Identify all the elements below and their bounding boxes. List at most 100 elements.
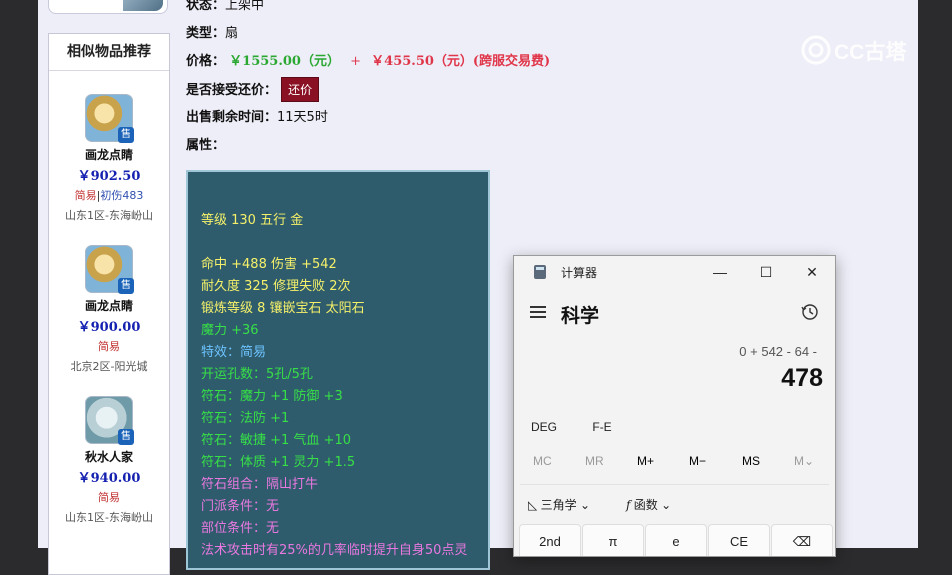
function-label: 函数 [633, 498, 658, 512]
attribute-line: 特效：简易 [201, 345, 267, 360]
counter-offer-label: 是否接受还价： [186, 83, 278, 98]
close-icon[interactable]: ✕ [789, 256, 835, 288]
pi-key[interactable]: π [582, 524, 644, 556]
chevron-down-icon: ⌄ [661, 498, 672, 512]
item-tag-extra: 初伤483 [100, 189, 144, 202]
attribute-line [201, 232, 488, 254]
status-value: 上架中 [225, 0, 265, 13]
memory-row: MC MR M+ M− MS M⌄ [514, 454, 835, 474]
attribute-line: 锻炼等级 8 镶嵌宝石 太阳石 [201, 301, 365, 316]
item-icon[interactable]: 售 [85, 396, 134, 445]
item-price: ￥900.00 [77, 320, 141, 335]
sale-badge: 售 [118, 127, 134, 143]
memory-subtract-button[interactable]: M− [689, 454, 706, 468]
counter-offer-button[interactable]: 还价 [281, 77, 320, 102]
price-row: 价格： ￥1555.00（元） + ￥455.50（元）(跨服交易费) [186, 50, 550, 69]
previous-item-thumbnail [123, 0, 163, 11]
maximize-icon[interactable]: ☐ [743, 256, 789, 288]
price-label: 价格： [186, 54, 226, 69]
status-row: 状态：上架中 [186, 0, 264, 13]
sale-badge: 售 [118, 278, 134, 294]
divider [520, 484, 829, 485]
trig-label: 三角学 [540, 498, 577, 512]
watermark: CC古塔 [800, 34, 920, 66]
attribute-line: 符石组合：隔山打牛 [201, 477, 319, 492]
item-icon[interactable]: 售 [85, 245, 134, 294]
angle-row: DEG F-E [531, 420, 644, 434]
attribute-line: 符石：体质 +1 灵力 +1.5 [201, 455, 356, 470]
attributes-box: 等级 130 五行 金命中 +488 伤害 +542 耐久度 325 修理失败 2… [186, 170, 490, 570]
second-key[interactable]: 2nd [519, 524, 581, 556]
fe-toggle[interactable]: F-E [592, 420, 611, 434]
calculator-result: 478 [781, 364, 823, 392]
function-dropdown[interactable]: f 函数 ⌄ [626, 496, 671, 513]
item-server: 北京2区-阳光城 [70, 360, 148, 373]
status-label: 状态： [186, 0, 226, 13]
item-name[interactable]: 秋水人家 [49, 448, 169, 465]
watermark-text: CC古塔 [834, 41, 907, 64]
attribute-line: 门派条件：无 [201, 499, 280, 514]
calculator-window[interactable]: 计算器 — ☐ ✕ 科学 0 + 542 - 64 - 478 DEG F-E … [513, 255, 836, 557]
item-price: ￥902.50 [77, 169, 141, 184]
attribute-line: 符石：魔力 +1 防御 +3 [201, 389, 343, 404]
similar-items-panel: 相似物品推荐 售 画龙点睛 ￥902.50 简易|初伤483 山东1区-东海岎山… [48, 33, 170, 575]
similar-items-title: 相似物品推荐 [49, 34, 169, 71]
similar-item[interactable]: 售 画龙点睛 ￥900.00 简易 北京2区-阳光城 [49, 245, 169, 374]
trig-icon: ◺ [528, 498, 538, 512]
type-row: 类型：扇 [186, 22, 238, 41]
clear-entry-key[interactable]: CE [708, 524, 770, 556]
memory-store-button[interactable]: MS [742, 454, 760, 468]
menu-icon[interactable] [530, 306, 546, 318]
attribute-line: 符石：法防 +1 [201, 411, 290, 426]
remaining-time-value: 11天5时 [277, 110, 328, 125]
item-tag-text: 简易 [74, 189, 97, 202]
memory-clear-button[interactable]: MC [533, 454, 552, 468]
calculator-titlebar[interactable]: 计算器 — ☐ ✕ [514, 256, 835, 288]
type-label: 类型： [186, 26, 226, 41]
remaining-time-label: 出售剩余时间： [186, 110, 278, 125]
item-server: 山东1区-东海岎山 [65, 209, 153, 222]
calculator-app-icon [534, 265, 546, 279]
item-server: 山东1区-东海岎山 [65, 511, 153, 524]
type-value: 扇 [225, 26, 239, 41]
item-name[interactable]: 画龙点睛 [49, 297, 169, 314]
attribute-line: 开运孔数：5孔/5孔 [201, 367, 313, 382]
watermark-logo-icon [801, 35, 831, 65]
attribute-line: 命中 +488 伤害 +542 [201, 257, 337, 272]
calculator-expression: 0 + 542 - 64 - [739, 344, 817, 359]
deg-toggle[interactable]: DEG [531, 420, 557, 434]
remaining-time-row: 出售剩余时间：11天5时 [186, 106, 328, 125]
attribute-line: 符石：敏捷 +1 气血 +10 [201, 433, 351, 448]
item-tag: 简易 [98, 491, 120, 504]
attribute-line: 部位条件：无 [201, 521, 280, 536]
e-key[interactable]: e [645, 524, 707, 556]
memory-add-button[interactable]: M+ [637, 454, 654, 468]
previous-item-card[interactable] [48, 0, 168, 14]
memory-list-button[interactable]: M⌄ [794, 454, 814, 468]
calculator-mode-title: 科学 [561, 306, 600, 327]
cross-server-fee: ￥455.50（元）(跨服交易费) [371, 54, 551, 69]
memory-recall-button[interactable]: MR [585, 454, 604, 468]
price-plus: + [350, 54, 362, 69]
item-price: ￥940.00 [77, 471, 141, 486]
attributes-label: 属性： [186, 138, 226, 153]
item-name[interactable]: 画龙点睛 [49, 146, 169, 163]
attribute-line: 等级 130 五行 金 [201, 213, 304, 228]
sale-badge: 售 [118, 429, 134, 445]
similar-item[interactable]: 售 秋水人家 ￥940.00 简易 山东1区-东海岎山 [49, 396, 169, 525]
calculator-title: 计算器 [561, 266, 598, 280]
calculator-mode-row: 科学 [514, 300, 835, 327]
minimize-icon[interactable]: — [697, 256, 743, 288]
history-icon[interactable] [801, 303, 819, 321]
backspace-key[interactable]: ⌫ [771, 524, 833, 556]
attribute-line: 耐久度 325 修理失败 2次 [201, 279, 351, 294]
similar-item[interactable]: 售 画龙点睛 ￥902.50 简易|初伤483 山东1区-东海岎山 [49, 94, 169, 223]
function-row: ◺ 三角学 ⌄ f 函数 ⌄ [514, 492, 835, 518]
attribute-line: 法术攻击时有25%的几率临时提升自身50点灵 [201, 543, 468, 558]
trig-dropdown[interactable]: ◺ 三角学 ⌄ [528, 496, 590, 513]
attributes-row: 属性： [186, 134, 225, 153]
price-main: ￥1555.00（元） [229, 54, 340, 69]
item-tag: 简易|初伤483 [49, 187, 169, 203]
item-icon[interactable]: 售 [85, 94, 134, 143]
chevron-down-icon: ⌄ [579, 498, 590, 512]
